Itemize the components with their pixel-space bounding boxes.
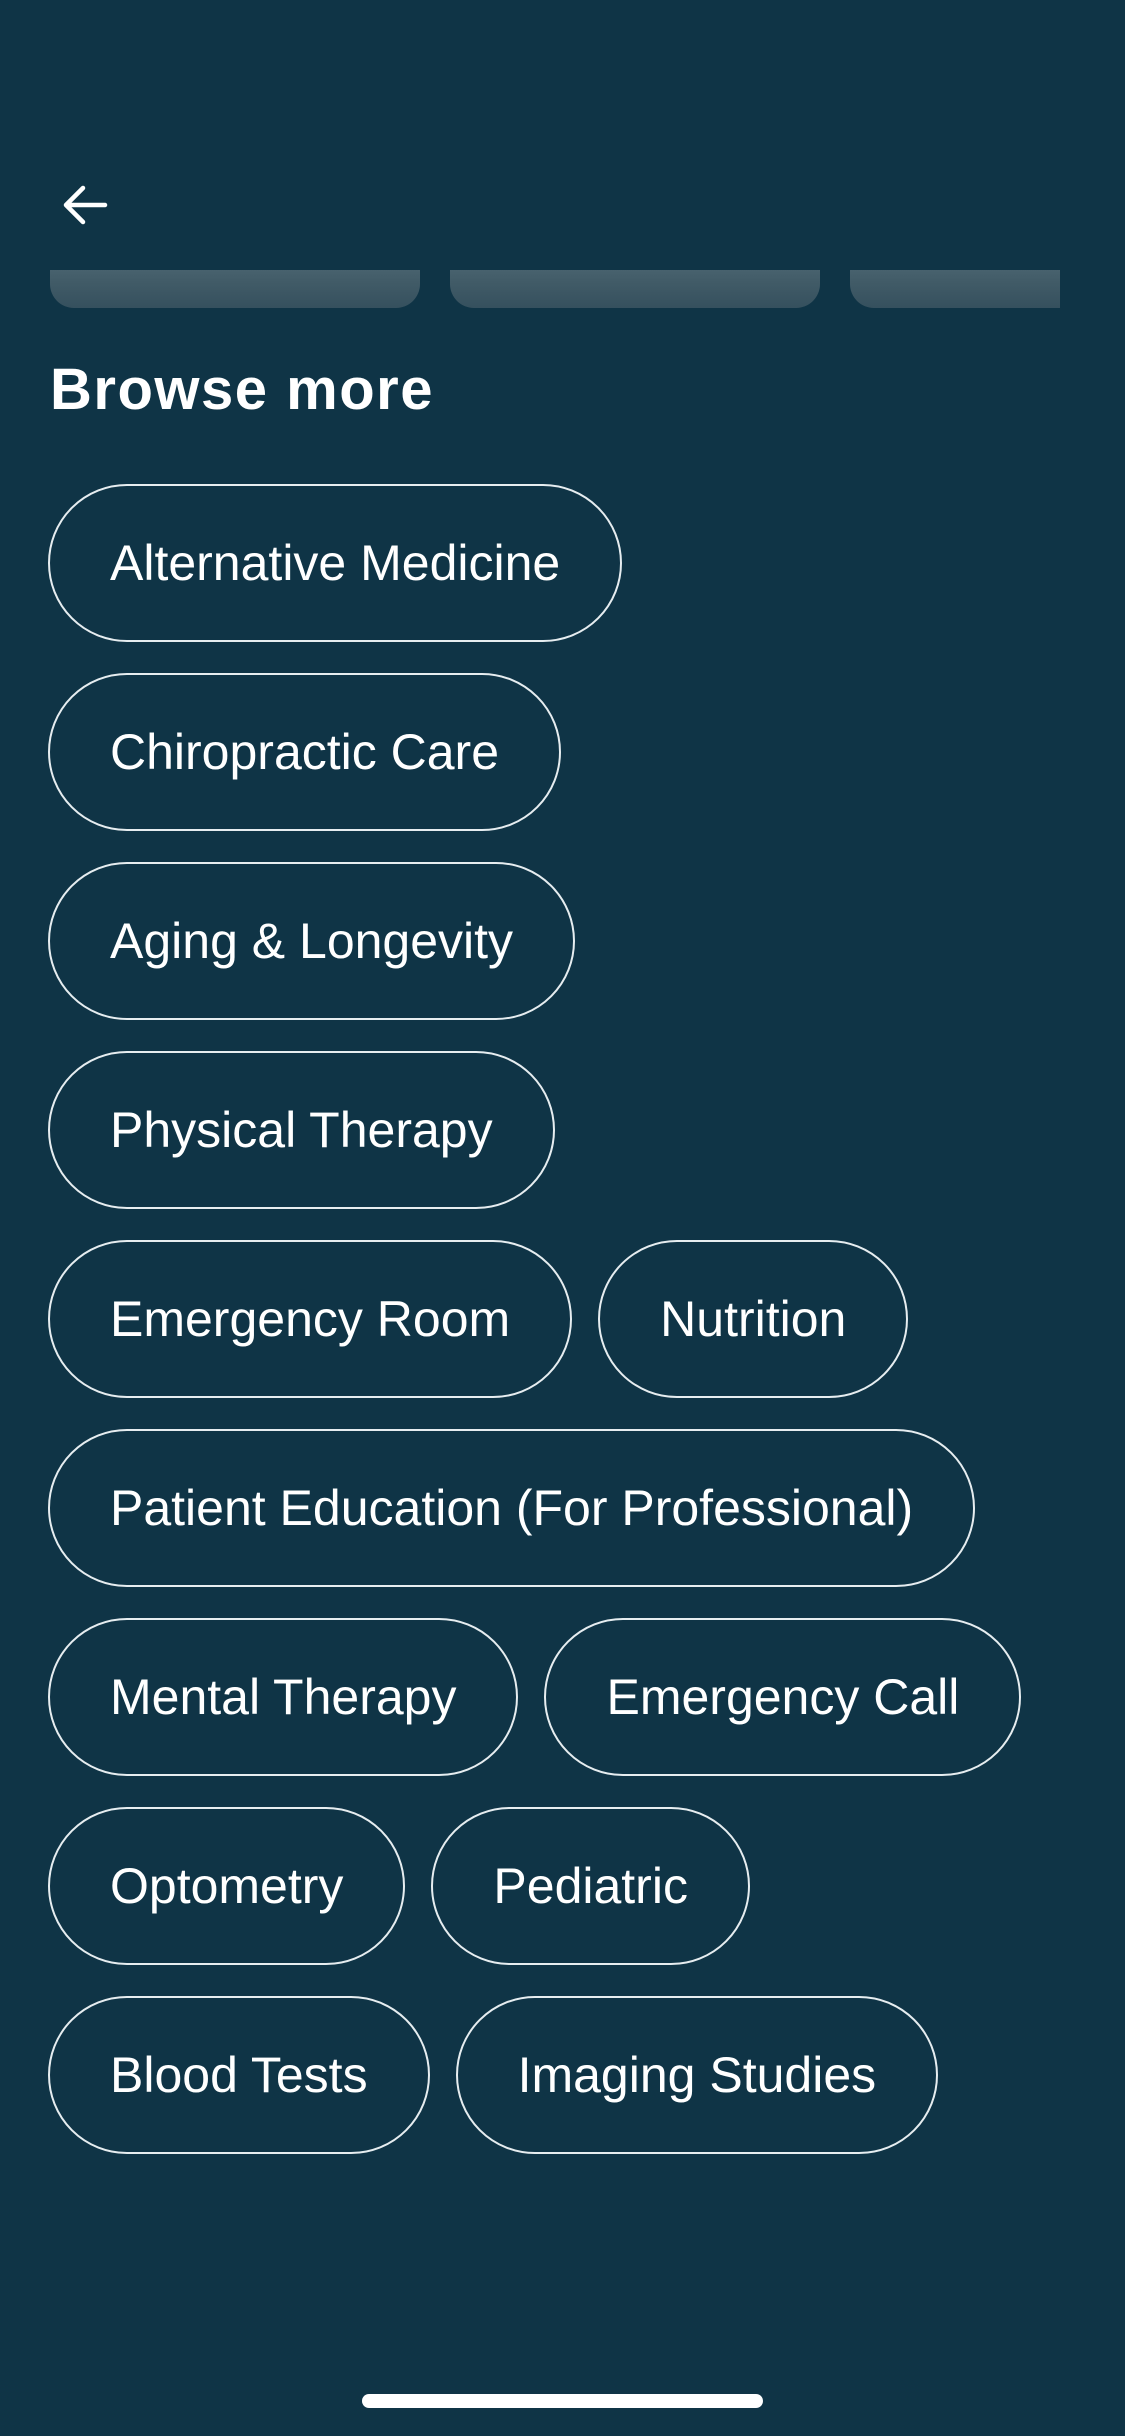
category-chip-blood-tests[interactable]: Blood Tests bbox=[48, 1996, 430, 2154]
chip-row: Physical Therapy bbox=[48, 1051, 1088, 1209]
category-chip-optometry[interactable]: Optometry bbox=[48, 1807, 406, 1965]
category-chip-mental-therapy[interactable]: Mental Therapy bbox=[48, 1618, 519, 1776]
back-button[interactable] bbox=[50, 170, 120, 240]
chip-row: Alternative Medicine bbox=[48, 484, 1088, 642]
chip-row: Patient Education (For Professional) bbox=[48, 1429, 1088, 1587]
section-title: Browse more bbox=[50, 357, 434, 422]
category-chip-emergency-call[interactable]: Emergency Call bbox=[544, 1618, 1022, 1776]
featured-thumbnail[interactable] bbox=[450, 270, 820, 308]
chip-row: Emergency Room Nutrition bbox=[48, 1240, 1088, 1398]
chip-row: Chiropractic Care bbox=[48, 673, 1088, 831]
category-chip-list: Alternative Medicine Chiropractic Care A… bbox=[48, 484, 1088, 2185]
category-chip-alternative-medicine[interactable]: Alternative Medicine bbox=[48, 484, 623, 642]
category-chip-nutrition[interactable]: Nutrition bbox=[598, 1240, 909, 1398]
chip-row: Aging & Longevity bbox=[48, 862, 1088, 1020]
category-chip-imaging-studies[interactable]: Imaging Studies bbox=[455, 1996, 939, 2154]
featured-thumbnail[interactable] bbox=[850, 270, 1060, 308]
category-chip-patient-education[interactable]: Patient Education (For Professional) bbox=[48, 1429, 976, 1587]
home-indicator[interactable] bbox=[362, 2394, 763, 2408]
chip-row: Blood Tests Imaging Studies bbox=[48, 1996, 1088, 2154]
category-chip-aging-longevity[interactable]: Aging & Longevity bbox=[48, 862, 576, 1020]
category-chip-physical-therapy[interactable]: Physical Therapy bbox=[48, 1051, 555, 1209]
featured-thumbnails-strip bbox=[50, 270, 1060, 308]
featured-thumbnail[interactable] bbox=[50, 270, 420, 308]
chip-row: Optometry Pediatric bbox=[48, 1807, 1088, 1965]
arrow-left-icon bbox=[63, 185, 108, 225]
category-chip-emergency-room[interactable]: Emergency Room bbox=[48, 1240, 573, 1398]
category-chip-chiropractic-care[interactable]: Chiropractic Care bbox=[48, 673, 562, 831]
category-chip-pediatric[interactable]: Pediatric bbox=[431, 1807, 750, 1965]
chip-row: Mental Therapy Emergency Call bbox=[48, 1618, 1088, 1776]
